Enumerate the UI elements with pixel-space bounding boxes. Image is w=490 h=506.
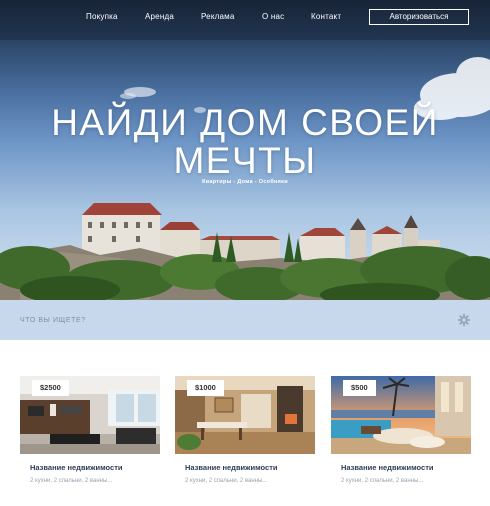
listing-title[interactable]: Название недвижимости	[185, 463, 277, 472]
listing-details: 2 кухни, 2 спальни, 2 ванны...	[30, 478, 113, 484]
hero-subtitle: Квартиры - Дома - Особняки	[202, 179, 288, 185]
nav-link-about[interactable]: О нас	[262, 12, 284, 21]
search-input[interactable]	[20, 312, 420, 328]
listing-title[interactable]: Название недвижимости	[30, 463, 122, 472]
nav-link-contact[interactable]: Контакт	[311, 12, 341, 21]
top-navigation: Покупка Аренда Реклама О нас Контакт Авт…	[0, 0, 490, 36]
hero-banner: Покупка Аренда Реклама О нас Контакт Авт…	[0, 0, 490, 300]
listing-card-3[interactable]: $500 Название недвижимости 2 кухни, 2 сп…	[331, 376, 471, 506]
listing-price: $1000	[187, 380, 224, 396]
search-bar	[0, 300, 490, 340]
listing-price: $500	[343, 380, 376, 396]
hero-title: НАЙДИ ДОМ СВОЕЙ МЕЧТЫ	[0, 104, 490, 180]
listing-details: 2 кухни, 2 спальни, 2 ванны...	[185, 478, 268, 484]
nav-link-ads[interactable]: Реклама	[201, 12, 235, 21]
listing-card-1[interactable]: $2500 Название недвижимости 2 кухни, 2 с…	[20, 376, 160, 506]
hero-title-line-1: НАЙДИ ДОМ СВОЕЙ	[51, 102, 439, 143]
listing-card-2[interactable]: $1000 Название недвижимости 2 кухни, 2 с…	[175, 376, 315, 506]
nav-link-buy[interactable]: Покупка	[86, 12, 118, 21]
nav-link-rent[interactable]: Аренда	[145, 12, 174, 21]
listings-section: $2500 Название недвижимости 2 кухни, 2 с…	[0, 340, 490, 500]
hero-title-line-2: МЕЧТЫ	[173, 140, 317, 181]
listing-title[interactable]: Название недвижимости	[341, 463, 433, 472]
listing-price: $2500	[32, 380, 69, 396]
login-button[interactable]: Авторизоваться	[369, 9, 469, 25]
listing-details: 2 кухни, 2 спальни, 2 ванны...	[341, 478, 424, 484]
gear-icon[interactable]	[457, 313, 471, 327]
